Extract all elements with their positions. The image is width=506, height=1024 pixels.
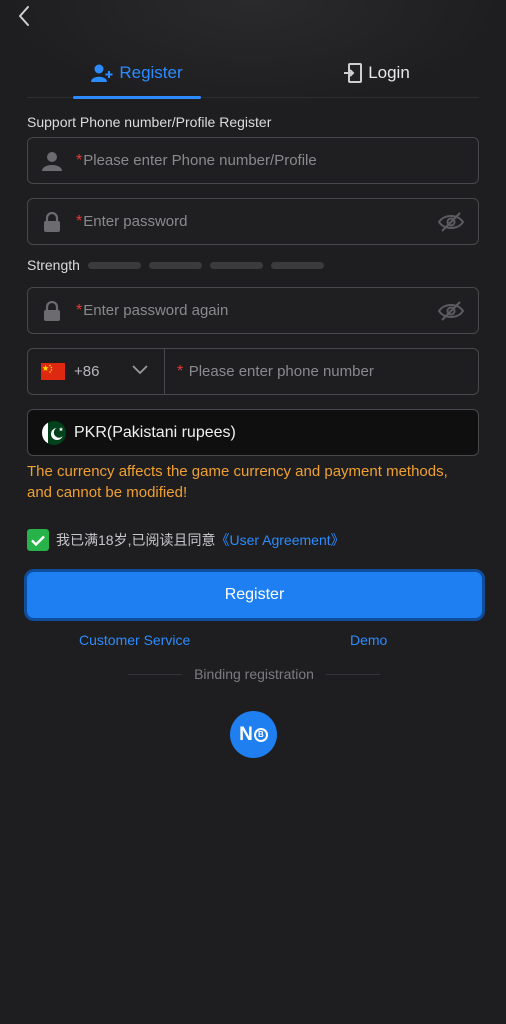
user-agreement-link[interactable]: 《User Agreement》 bbox=[215, 530, 344, 550]
country-code: +86 bbox=[74, 363, 100, 380]
chevron-down-icon bbox=[132, 365, 148, 375]
tab-register[interactable]: Register bbox=[73, 48, 201, 99]
currency-field: PKR(Pakistani rupees) bbox=[27, 409, 479, 456]
lock-icon bbox=[44, 211, 60, 232]
phone-input[interactable]: * Please enter phone number bbox=[165, 363, 374, 381]
required-mark: * bbox=[76, 301, 83, 319]
agreement-text: 我已满18岁,已阅读且同意 bbox=[56, 532, 216, 548]
agreement-checkbox[interactable] bbox=[27, 529, 49, 551]
strength-bar bbox=[148, 261, 202, 269]
china-flag-icon bbox=[41, 363, 65, 380]
strength-bar bbox=[87, 261, 141, 269]
logo-letter: N bbox=[239, 723, 253, 745]
phone-row: +86 * Please enter phone number bbox=[27, 348, 479, 395]
support-label: Support Phone number/Profile Register bbox=[27, 114, 272, 130]
register-button[interactable]: Register bbox=[24, 569, 485, 621]
required-mark: * bbox=[76, 212, 83, 230]
binding-logo-button[interactable]: N B bbox=[230, 711, 277, 758]
toggle-password-visibility[interactable] bbox=[437, 211, 465, 238]
login-door-icon bbox=[344, 63, 363, 83]
binding-divider: Binding registration bbox=[128, 666, 381, 682]
customer-service-link[interactable]: Customer Service bbox=[79, 632, 190, 648]
user-icon bbox=[42, 151, 62, 171]
strength-bars bbox=[87, 261, 324, 269]
tab-login[interactable]: Login bbox=[317, 48, 437, 98]
password-placeholder: Enter password bbox=[83, 213, 188, 230]
strength-bar bbox=[209, 261, 263, 269]
required-mark: * bbox=[177, 362, 184, 380]
divider-line bbox=[325, 673, 381, 675]
coin-letter: B bbox=[257, 730, 264, 739]
back-button[interactable] bbox=[12, 4, 36, 28]
strength-label: Strength bbox=[27, 257, 80, 273]
divider-line bbox=[128, 673, 183, 675]
toggle-confirm-visibility[interactable] bbox=[437, 300, 465, 327]
eye-off-icon bbox=[437, 212, 465, 232]
check-icon bbox=[31, 535, 45, 546]
add-user-icon bbox=[91, 64, 113, 82]
password-input[interactable]: * Enter password bbox=[27, 198, 479, 245]
back-arrow-icon bbox=[19, 6, 29, 26]
agreement-row: 我已满18岁,已阅读且同意 《User Agreement》 bbox=[27, 529, 345, 551]
tab-login-label: Login bbox=[368, 63, 410, 82]
account-placeholder: Please enter Phone number/Profile bbox=[83, 152, 317, 169]
strength-bar bbox=[270, 261, 324, 269]
coin-icon: B bbox=[253, 727, 268, 742]
eye-off-icon bbox=[437, 301, 465, 321]
currency-value: PKR(Pakistani rupees) bbox=[74, 423, 236, 441]
password-strength: Strength bbox=[27, 257, 324, 273]
auth-tabs: Register Login bbox=[27, 48, 479, 99]
demo-link[interactable]: Demo bbox=[350, 632, 387, 648]
pakistan-flag-icon bbox=[41, 420, 66, 445]
currency-warning: The currency affects the game currency a… bbox=[27, 463, 448, 501]
confirm-password-input[interactable]: * Enter password again bbox=[27, 287, 479, 334]
confirm-placeholder: Enter password again bbox=[83, 302, 229, 319]
account-input[interactable]: * Please enter Phone number/Profile bbox=[27, 137, 479, 184]
binding-registration-label: Binding registration bbox=[194, 666, 314, 682]
phone-placeholder: Please enter phone number bbox=[188, 362, 374, 380]
lock-icon bbox=[44, 300, 60, 321]
required-mark: * bbox=[76, 151, 83, 169]
tab-register-label: Register bbox=[119, 63, 183, 82]
country-code-select[interactable]: +86 bbox=[28, 349, 165, 394]
